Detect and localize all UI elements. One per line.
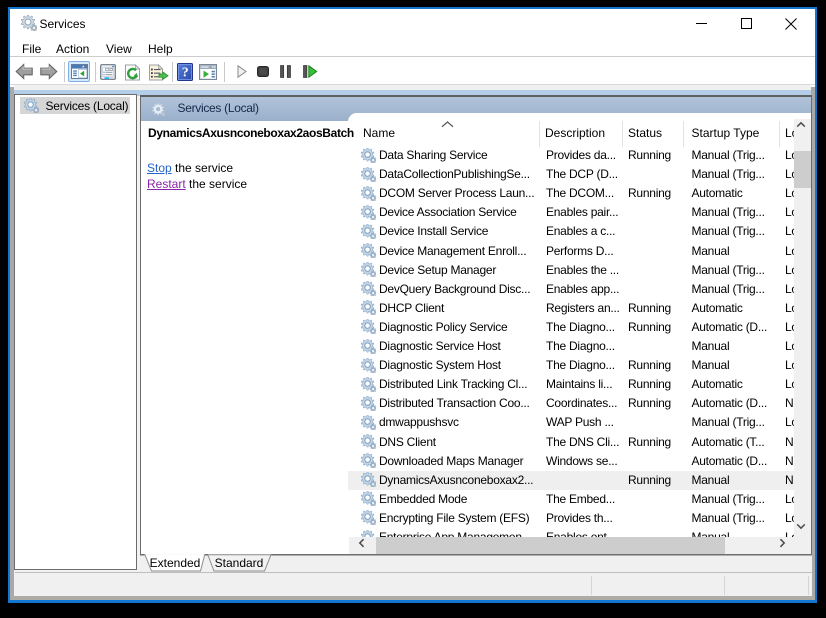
svg-text:Standard: Standard (214, 556, 263, 570)
svg-text:Extended: Extended (149, 556, 200, 570)
svg-text:?: ? (182, 66, 189, 81)
